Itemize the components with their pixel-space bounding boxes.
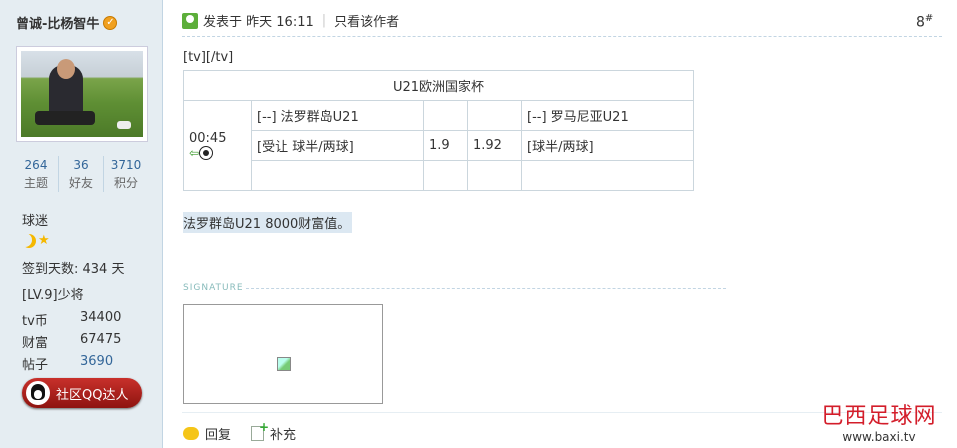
supplement-button[interactable]: 补充 (251, 420, 296, 443)
qq-expert-badge[interactable]: 社区QQ达人 (22, 378, 142, 408)
reply-icon (183, 427, 199, 440)
odds-away: 1.92 (467, 130, 522, 161)
divider (182, 36, 942, 37)
avatar-image (21, 51, 143, 137)
site-watermark: 巴西足球网 www.baxi.tv (821, 404, 937, 444)
post-actions: 回复 补充 (183, 420, 296, 443)
stat-topics[interactable]: 264 主题 (14, 156, 59, 192)
moon-icon (22, 234, 36, 248)
level-icons: ★ (22, 234, 50, 248)
match-title: U21欧洲国家杯 (183, 70, 694, 101)
author-name[interactable]: 曾诚-比杨智牛 ✓ (16, 13, 118, 32)
post-message: 法罗群岛U21 8000财富值。 (183, 212, 353, 233)
user-level: [LV.9]少将 (22, 288, 84, 303)
arrow-icon: ⇦ (189, 146, 200, 160)
handicap-away: [球半/两球] (521, 130, 694, 161)
forum-post: 曾诚-比杨智牛 ✓ 264 主题 36 好友 3710 积分 球迷 ★ 签到天数… (0, 0, 957, 448)
broken-image-icon (277, 357, 291, 371)
reply-button[interactable]: 回复 (183, 424, 231, 443)
user-group[interactable]: 球迷 (22, 210, 48, 229)
wealth-row: 财富 67475 (22, 332, 122, 351)
tv-tags: [tv][/tv] (183, 50, 234, 65)
football-icon (199, 146, 214, 160)
only-author-link[interactable]: 只看该作者 (334, 11, 399, 30)
handicap: [受让 球半/两球] (251, 130, 424, 161)
signature-image (183, 304, 383, 404)
match-time: 00:45 (189, 130, 227, 146)
signature-divider (246, 288, 726, 289)
match-time-cell: 00:45 ⇦ (183, 100, 252, 191)
posted-time: 昨天 16:11 (246, 15, 314, 30)
home-team[interactable]: [--] 法罗群岛U21 (251, 100, 424, 131)
avatar[interactable] (16, 46, 148, 142)
author-sidebar: 曾诚-比杨智牛 ✓ 264 主题 36 好友 3710 积分 球迷 ★ 签到天数… (0, 0, 163, 448)
away-team[interactable]: [--] 罗马尼亚U21 (521, 100, 694, 131)
add-note-icon (251, 420, 269, 441)
post-header: 发表于 昨天 16:11 | 只看该作者 (182, 11, 399, 30)
stat-points[interactable]: 3710 积分 (104, 156, 148, 192)
star-icon: ★ (38, 233, 50, 248)
sign-days: 签到天数: 434 天 (22, 262, 125, 277)
online-status-icon (182, 12, 198, 29)
author-stats: 264 主题 36 好友 3710 积分 (14, 156, 148, 192)
odds-home: 1.9 (423, 130, 468, 161)
tv-coins-row: tv币 34400 (22, 310, 122, 329)
posts-row: 帖子 3690 (22, 354, 114, 373)
match-table: U21欧洲国家杯 00:45 ⇦ [--] 法罗群岛U21 [--] 罗马尼亚U… (183, 70, 694, 191)
floor-number[interactable]: 8# (916, 13, 933, 31)
posted-label: 发表于 (203, 15, 243, 30)
stat-friends[interactable]: 36 好友 (59, 156, 104, 192)
signature-label: SIGNATURE (183, 283, 244, 293)
qq-penguin-icon (26, 381, 50, 405)
verified-badge-icon: ✓ (103, 15, 118, 30)
